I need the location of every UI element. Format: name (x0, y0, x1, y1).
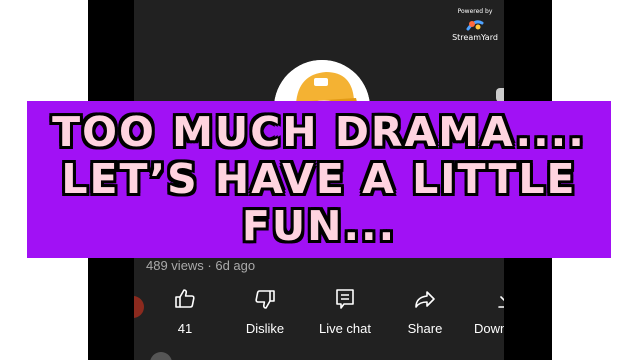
share-label: Share (407, 321, 443, 336)
streamyard-name: StreamYard (452, 33, 498, 42)
download-label: Download (474, 321, 504, 336)
live-chat-label: Live chat (318, 321, 372, 336)
streamyard-branding: Powered by StreamYard (450, 8, 500, 43)
live-chat-icon (333, 287, 357, 311)
side-control-edge (496, 88, 504, 102)
share-button[interactable]: Share (402, 285, 448, 341)
download-icon (494, 287, 504, 311)
video-meta: 489 views · 6d ago (146, 258, 256, 273)
dislike-label: Dislike (245, 321, 285, 336)
action-bar: 41 Dislike Live chat Share Down (134, 285, 504, 345)
thumbs-up-icon (173, 287, 197, 311)
download-button[interactable]: Download (474, 285, 504, 341)
comment-avatar-edge (150, 352, 172, 360)
like-count: 41 (177, 321, 193, 336)
like-button[interactable]: 41 (162, 285, 208, 341)
share-icon (413, 287, 437, 311)
banner-line-1: TOO MUCH DRAMA.... (52, 108, 586, 156)
dislike-button[interactable]: Dislike (239, 285, 291, 341)
live-chat-button[interactable]: Live chat (314, 285, 376, 341)
overlay-banner: TOO MUCH DRAMA.... LET’S HAVE A LITTLE F… (27, 101, 611, 258)
streamyard-logo-icon (464, 17, 486, 33)
thumbs-down-icon (253, 287, 277, 311)
banner-line-2: LET’S HAVE A LITTLE (61, 155, 577, 203)
powered-by-label: Powered by (457, 8, 493, 15)
banner-line-3: FUN... (241, 202, 397, 250)
